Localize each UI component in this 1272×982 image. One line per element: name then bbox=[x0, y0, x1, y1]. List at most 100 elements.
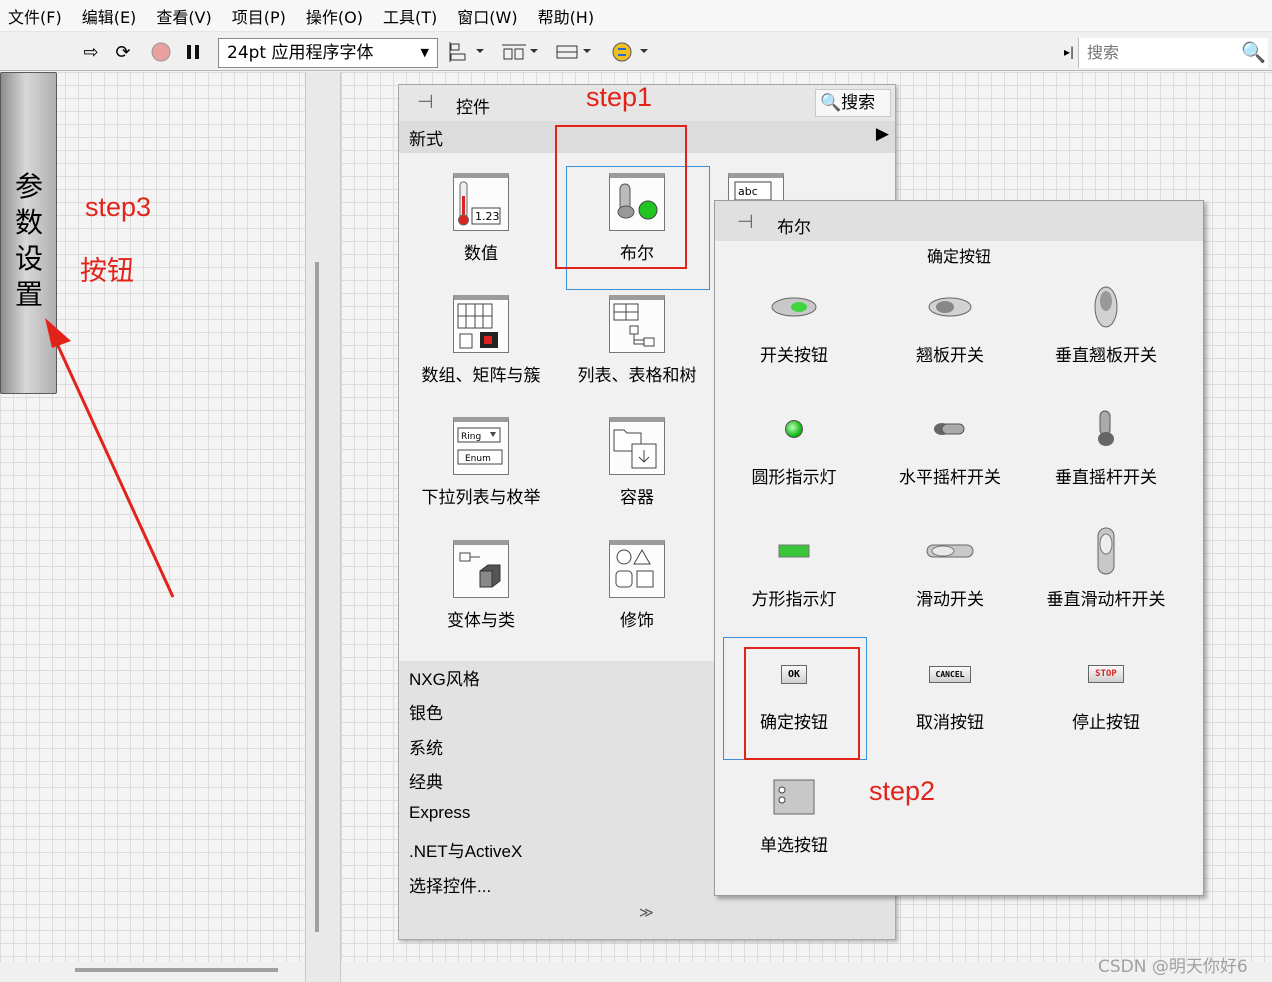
bool-push-button[interactable]: 开关按钮 bbox=[716, 277, 872, 366]
menu-edit[interactable]: 编辑(E) bbox=[82, 4, 137, 28]
category-express[interactable]: Express bbox=[409, 803, 470, 823]
search-input[interactable] bbox=[1079, 38, 1229, 66]
vertical-toggle-icon bbox=[1098, 410, 1114, 446]
annotation-button-note: 按钮 bbox=[80, 256, 134, 286]
pause-icon[interactable] bbox=[183, 41, 203, 63]
vertical-scrollbar[interactable] bbox=[315, 262, 319, 932]
containers-icon bbox=[609, 417, 665, 475]
horizontal-scrollbar[interactable] bbox=[75, 968, 278, 972]
boolean-palette: ⊣ 布尔 确定按钮 开关按钮 翘板开关 垂直翘板开关 圆形指示灯 水平摇杆开关 … bbox=[714, 200, 1204, 896]
bool-item-label: 翘板开关 bbox=[916, 346, 984, 366]
bool-item-label: 垂直滑动杆开关 bbox=[1046, 590, 1166, 610]
align-objects-icon[interactable] bbox=[448, 41, 486, 63]
palette-item-label: 数组、矩阵与簇 bbox=[421, 366, 541, 386]
font-select[interactable]: 24pt 应用程序字体 ▼ bbox=[218, 38, 438, 68]
bool-vertical-rocker[interactable]: 垂直翘板开关 bbox=[1028, 277, 1184, 366]
menu-tools[interactable]: 工具(T) bbox=[383, 4, 437, 28]
palette-search-label: 搜索 bbox=[841, 93, 876, 113]
annotation-step2: step2 bbox=[869, 776, 936, 806]
expand-arrow-icon[interactable]: ▶ bbox=[876, 124, 889, 144]
expand-more-icon[interactable]: ≫ bbox=[639, 905, 654, 921]
string-icon-text: abc bbox=[738, 185, 758, 198]
bool-cancel-button[interactable]: CANCEL 取消按钮 bbox=[872, 644, 1028, 733]
bool-radio-buttons[interactable]: 单选按钮 bbox=[716, 767, 872, 856]
palette-item-list-table-tree[interactable]: 列表、表格和树 bbox=[562, 295, 712, 386]
toolbar: ⇨ ⟳ 24pt 应用程序字体 ▼ ▸| 🔍 bbox=[0, 33, 1272, 71]
menu-window[interactable]: 窗口(W) bbox=[457, 4, 517, 28]
bool-item-label: 垂直翘板开关 bbox=[1055, 346, 1157, 366]
palette-item-label: 变体与类 bbox=[447, 611, 515, 631]
bool-item-label: 圆形指示灯 bbox=[751, 468, 837, 488]
svg-text:Enum: Enum bbox=[465, 454, 491, 464]
palette-item-label: 修饰 bbox=[620, 611, 654, 631]
run-continuously-icon[interactable]: ⟳ bbox=[110, 41, 136, 63]
bool-item-label: 水平摇杆开关 bbox=[899, 468, 1001, 488]
svg-text:1.23: 1.23 bbox=[475, 210, 500, 223]
palette-item-numeric[interactable]: 1.23 数值 bbox=[406, 173, 556, 264]
bool-item-label: 停止按钮 bbox=[1072, 713, 1140, 733]
pin-icon[interactable]: ⊣ bbox=[737, 211, 754, 233]
search-toggle-icon[interactable]: ▸| bbox=[1062, 41, 1076, 63]
palette-item-label: 列表、表格和树 bbox=[577, 366, 697, 386]
boolean-palette-title: 布尔 bbox=[777, 218, 811, 238]
category-classic[interactable]: 经典 bbox=[409, 768, 443, 793]
variant-class-icon bbox=[453, 540, 509, 598]
resize-objects-icon[interactable] bbox=[553, 41, 593, 63]
step2-highlight-box bbox=[744, 647, 860, 760]
chevron-down-icon: ▼ bbox=[420, 46, 429, 59]
bool-slide-switch[interactable]: 滑动开关 bbox=[872, 521, 1028, 610]
hover-tooltip: 确定按钮 bbox=[926, 247, 991, 266]
bool-vertical-slide[interactable]: 垂直滑动杆开关 bbox=[1028, 521, 1184, 610]
decorations-icon bbox=[609, 540, 665, 598]
square-led-icon bbox=[778, 544, 810, 558]
palette-item-ring-enum[interactable]: Ring Enum 下拉列表与枚举 bbox=[406, 417, 556, 508]
round-led-icon bbox=[785, 420, 803, 438]
category-nxg[interactable]: NXG风格 bbox=[409, 665, 480, 690]
pane-splitter[interactable] bbox=[305, 72, 341, 982]
pin-icon[interactable]: ⊣ bbox=[417, 91, 434, 113]
cancel-button-icon: CANCEL bbox=[928, 665, 972, 683]
horizontal-toggle-icon bbox=[934, 423, 965, 435]
rocker-icon bbox=[928, 297, 972, 317]
bool-item-label: 滑动开关 bbox=[916, 590, 984, 610]
menu-view[interactable]: 查看(V) bbox=[156, 4, 211, 28]
bool-square-led[interactable]: 方形指示灯 bbox=[716, 521, 872, 610]
category-system[interactable]: 系统 bbox=[409, 734, 443, 759]
category-label: 新式 bbox=[409, 130, 443, 150]
menu-help[interactable]: 帮助(H) bbox=[538, 4, 595, 28]
distribute-objects-icon[interactable] bbox=[500, 41, 540, 63]
annotation-step3: step3 bbox=[85, 192, 152, 222]
vertical-slide-icon bbox=[1097, 527, 1115, 575]
list-table-icon bbox=[609, 295, 665, 353]
menu-operate[interactable]: 操作(O) bbox=[306, 4, 363, 28]
palette-item-decorations[interactable]: 修饰 bbox=[562, 540, 712, 631]
search-box: 🔍 bbox=[1078, 38, 1268, 68]
category-silver[interactable]: 银色 bbox=[409, 699, 443, 724]
palette-item-variant-class[interactable]: 变体与类 bbox=[406, 540, 556, 631]
menu-project[interactable]: 项目(P) bbox=[232, 4, 286, 28]
bool-round-led[interactable]: 圆形指示灯 bbox=[716, 399, 872, 488]
palette-item-array-matrix-cluster[interactable]: 数组、矩阵与簇 bbox=[406, 295, 556, 386]
svg-text:Ring: Ring bbox=[461, 432, 481, 442]
select-control[interactable]: 选择控件... bbox=[409, 872, 491, 897]
reorder-icon[interactable] bbox=[610, 41, 652, 63]
bool-vertical-toggle[interactable]: 垂直摇杆开关 bbox=[1028, 399, 1184, 488]
push-button-icon bbox=[771, 297, 817, 317]
run-arrow-icon[interactable]: ⇨ bbox=[80, 41, 102, 63]
palette-item-containers[interactable]: 容器 bbox=[562, 417, 712, 508]
search-icon[interactable]: 🔍 bbox=[1241, 40, 1266, 64]
bool-rocker[interactable]: 翘板开关 bbox=[872, 277, 1028, 366]
bool-item-label: 方形指示灯 bbox=[751, 590, 837, 610]
numeric-icon: 1.23 bbox=[453, 173, 509, 231]
palette-item-label: 下拉列表与枚举 bbox=[421, 488, 541, 508]
category-dotnet-activex[interactable]: .NET与ActiveX bbox=[409, 837, 522, 862]
bool-horizontal-toggle[interactable]: 水平摇杆开关 bbox=[872, 399, 1028, 488]
menu-bar: 文件(F) 编辑(E) 查看(V) 项目(P) 操作(O) 工具(T) 窗口(W… bbox=[0, 0, 1272, 32]
bool-stop-button[interactable]: STOP 停止按钮 bbox=[1028, 644, 1184, 733]
array-icon bbox=[453, 295, 509, 353]
abort-icon[interactable] bbox=[150, 41, 172, 63]
palette-search-button[interactable]: 🔍搜索 bbox=[815, 89, 891, 117]
menu-file[interactable]: 文件(F) bbox=[8, 4, 62, 28]
bool-item-label: 开关按钮 bbox=[760, 346, 828, 366]
bool-item-label: 垂直摇杆开关 bbox=[1055, 468, 1157, 488]
